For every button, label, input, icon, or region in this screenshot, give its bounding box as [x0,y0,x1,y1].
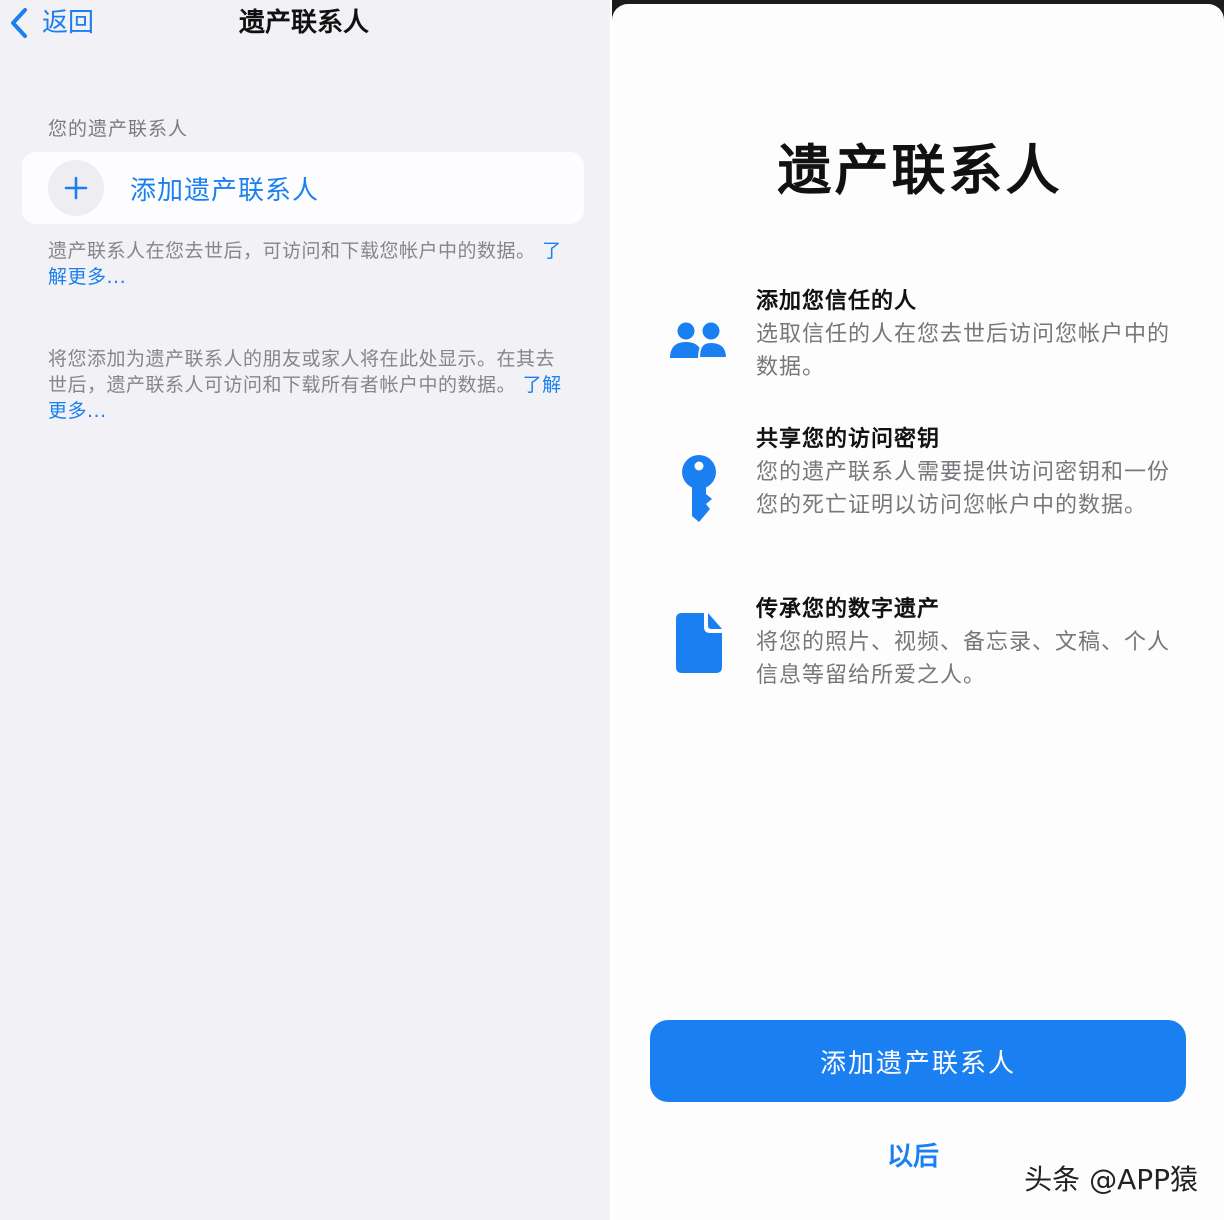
feature-description: 将您的照片、视频、备忘录、文稿、个人信息等留给所爱之人。 [756,630,1171,688]
right-screen: 遗产联系人 添加您信任的人 选取信任的人在您去世后访问您帐户中的数据。 共享您的… [612,0,1224,1220]
footnote-access-info: 遗产联系人在您去世后，可访问和下载您帐户中的数据。 了解更多... [48,238,568,290]
footnote-text: 遗产联系人在您去世后，可访问和下载您帐户中的数据。 [48,240,536,262]
left-screen: 返回 遗产联系人 您的遗产联系人 添加遗产联系人 遗产联系人在您去世后，可访问和… [0,0,610,1220]
key-icon [668,454,730,524]
add-legacy-contact-button[interactable]: 添加遗产联系人 [650,1020,1186,1102]
add-legacy-contact-button-label: 添加遗产联系人 [819,1048,1016,1079]
watermark: 头条 @APP猿 [1024,1163,1198,1196]
sheet-title: 遗产联系人 [777,139,1063,202]
plus-icon [64,176,88,200]
feature-text: 传承您的数字遗产 将您的照片、视频、备忘录、文稿、个人信息等留给所爱之人。 [756,594,1176,692]
section-header: 您的遗产联系人 [48,118,189,140]
footnote-display-info: 将您添加为遗产联系人的朋友或家人将在此处显示。在其去世后，遗产联系人可访问和下载… [48,346,568,424]
feature-title: 添加您信任的人 [756,289,918,314]
add-legacy-contact-row[interactable]: 添加遗产联系人 [22,152,584,224]
plus-circle [48,160,104,216]
page-title: 遗产联系人 [238,8,369,38]
navigation-bar: 返回 遗产联系人 [0,0,610,50]
document-icon [668,608,730,678]
add-legacy-contact-label: 添加遗产联系人 [130,175,320,206]
modal-sheet: 遗产联系人 添加您信任的人 选取信任的人在您去世后访问您帐户中的数据。 共享您的… [612,4,1224,1220]
feature-text: 共享您的访问密钥 您的遗产联系人需要提供访问密钥和一份您的死亡证明以访问您帐户中… [756,424,1176,522]
feature-title: 传承您的数字遗产 [756,597,941,622]
feature-title: 共享您的访问密钥 [756,427,941,452]
feature-description: 选取信任的人在您去世后访问您帐户中的数据。 [756,322,1171,380]
feature-description: 您的遗产联系人需要提供访问密钥和一份您的死亡证明以访问您帐户中的数据。 [756,460,1171,518]
footnote-text: 将您添加为遗产联系人的朋友或家人将在此处显示。在其去世后，遗产联系人可访问和下载… [48,348,556,396]
people-icon [668,308,730,378]
feature-text: 添加您信任的人 选取信任的人在您去世后访问您帐户中的数据。 [756,286,1176,384]
